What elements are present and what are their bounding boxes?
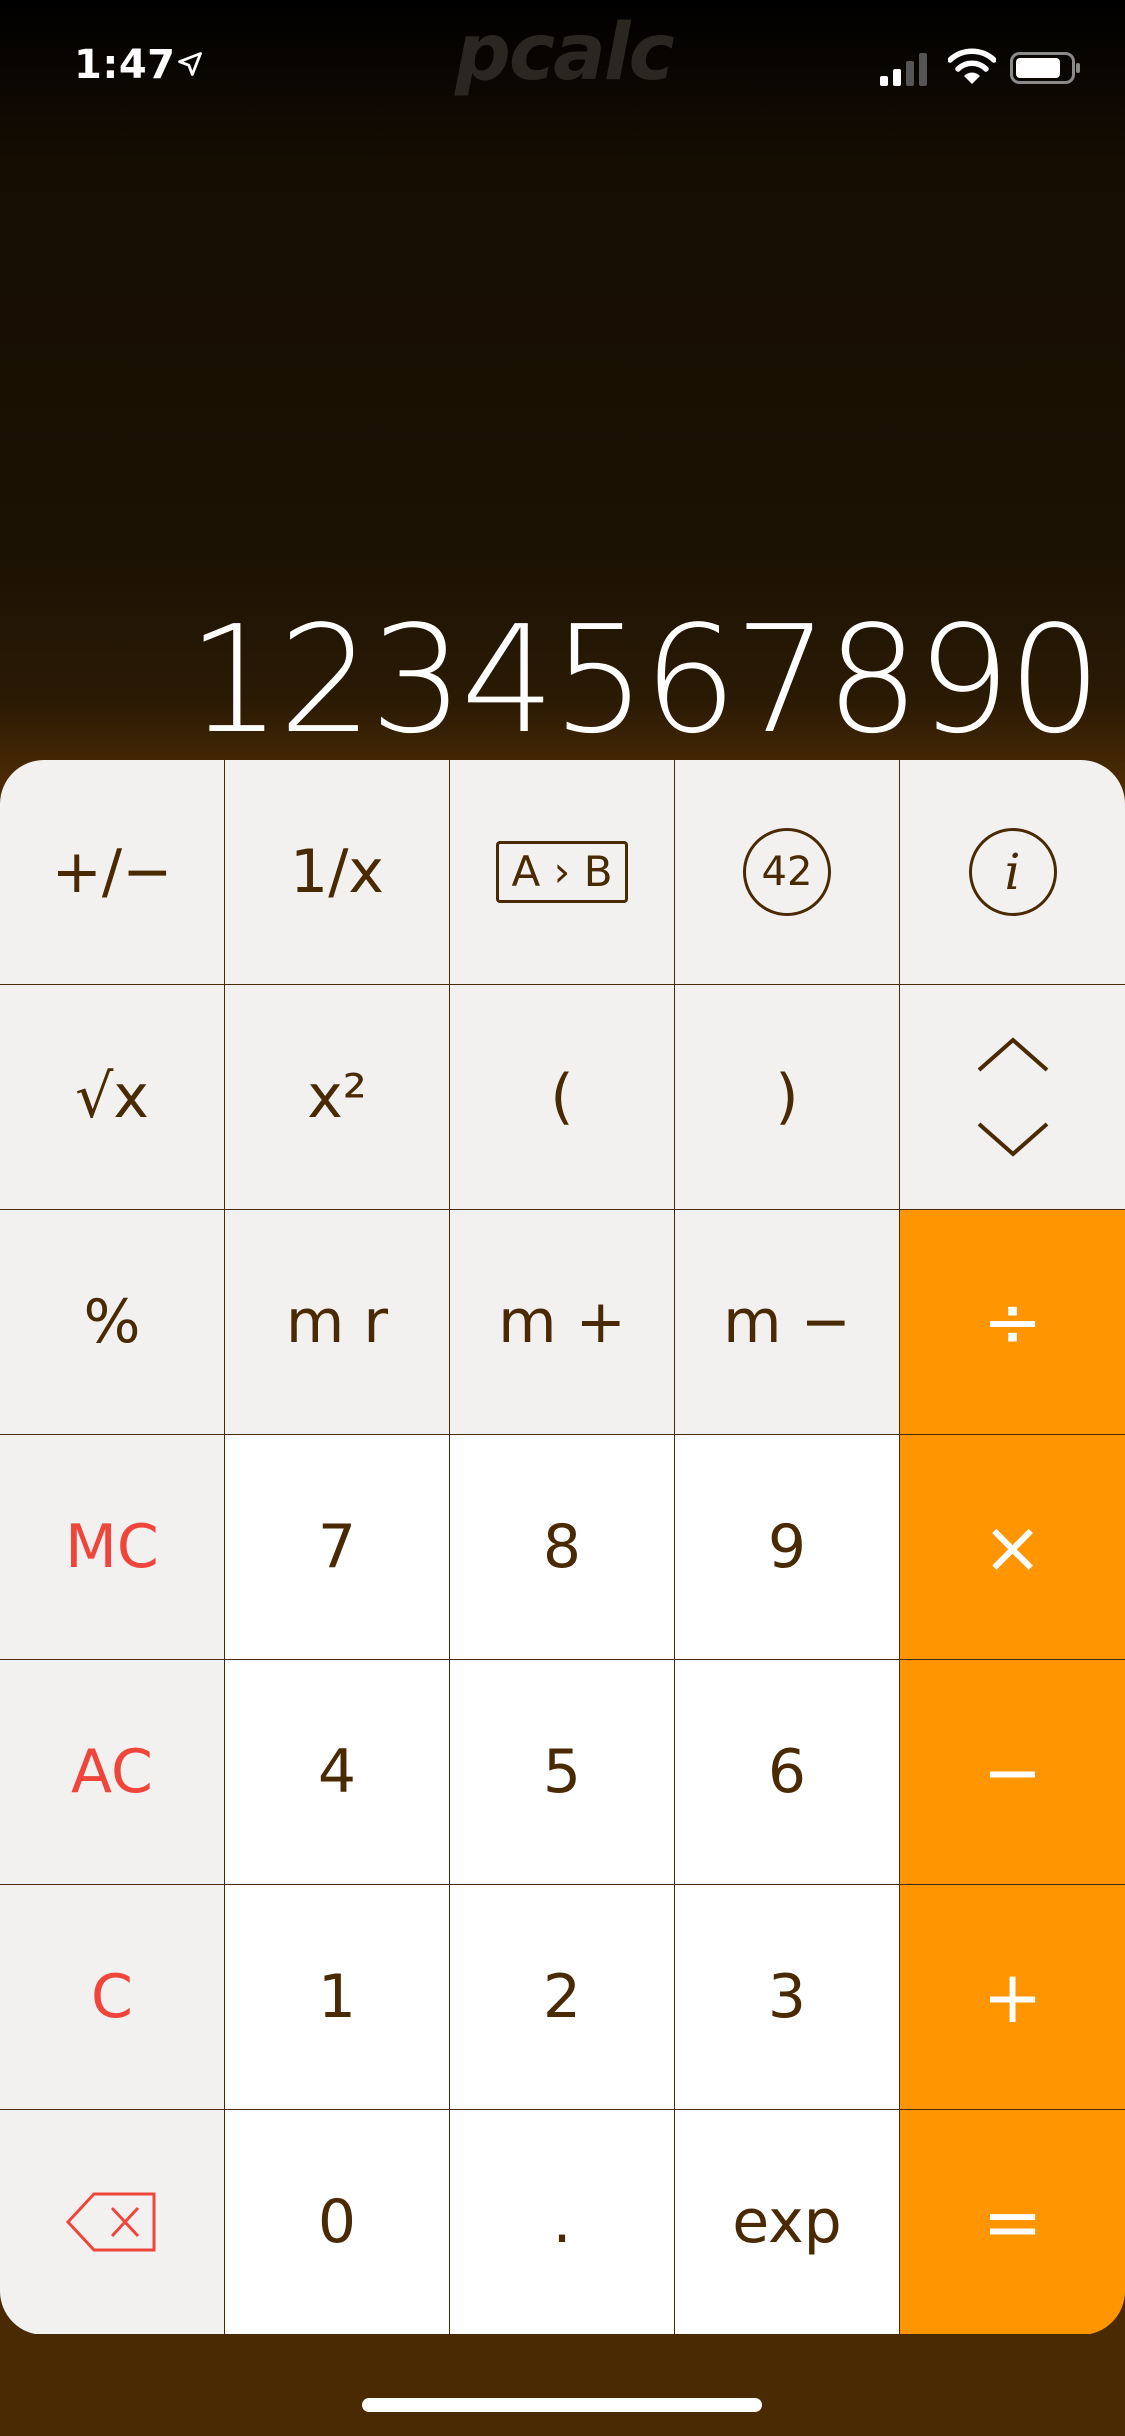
square-button[interactable]: x² xyxy=(225,985,449,1209)
exponent-button[interactable]: exp xyxy=(675,2110,899,2334)
status-bar: 1:47 pcalc xyxy=(0,0,1125,140)
digit-8-button[interactable]: 8 xyxy=(450,1435,674,1659)
memory-minus-button[interactable]: m − xyxy=(675,1210,899,1434)
digit-3-button[interactable]: 3 xyxy=(675,1885,899,2109)
digit-1-button[interactable]: 1 xyxy=(225,1885,449,2109)
backspace-button[interactable] xyxy=(0,2110,224,2334)
app-watermark: pcalc xyxy=(455,8,675,98)
plus-minus-button[interactable]: +/− xyxy=(0,760,224,984)
equals-button[interactable]: = xyxy=(900,2110,1125,2334)
square-root-button[interactable]: √x xyxy=(0,985,224,1209)
all-clear-button[interactable]: AC xyxy=(0,1660,224,1884)
digit-2-button[interactable]: 2 xyxy=(450,1885,674,2109)
digit-9-button[interactable]: 9 xyxy=(675,1435,899,1659)
convert-label: A › B xyxy=(496,841,628,903)
location-arrow-icon xyxy=(178,52,202,76)
info-button[interactable]: i xyxy=(900,760,1125,984)
convert-button[interactable]: A › B xyxy=(450,760,674,984)
home-indicator[interactable] xyxy=(362,2398,762,2412)
wifi-icon xyxy=(948,48,996,84)
cellular-signal-icon xyxy=(880,53,927,86)
keypad: +/− 1/x A › B 42 i √x x² ( ) % m r m + m… xyxy=(0,760,1125,2335)
clear-button[interactable]: C xyxy=(0,1885,224,2109)
percent-button[interactable]: % xyxy=(0,1210,224,1434)
subtract-button[interactable]: − xyxy=(900,1660,1125,1884)
result-display: 1234567890 xyxy=(187,594,1102,766)
status-time: 1:47 xyxy=(74,42,176,88)
info-icon: i xyxy=(968,828,1057,916)
constants-label: 42 xyxy=(743,828,831,916)
open-paren-button[interactable]: ( xyxy=(450,985,674,1209)
digit-0-button[interactable]: 0 xyxy=(225,2110,449,2334)
digit-7-button[interactable]: 7 xyxy=(225,1435,449,1659)
memory-plus-button[interactable]: m + xyxy=(450,1210,674,1434)
memory-recall-button[interactable]: m r xyxy=(225,1210,449,1434)
scroll-arrows-button[interactable] xyxy=(900,985,1125,1209)
divide-button[interactable]: ÷ xyxy=(900,1210,1125,1434)
digit-6-button[interactable]: 6 xyxy=(675,1660,899,1884)
battery-icon xyxy=(1010,52,1080,84)
backspace-icon xyxy=(65,2192,156,2252)
digit-5-button[interactable]: 5 xyxy=(450,1660,674,1884)
digit-4-button[interactable]: 4 xyxy=(225,1660,449,1884)
close-paren-button[interactable]: ) xyxy=(675,985,899,1209)
add-button[interactable]: + xyxy=(900,1885,1125,2109)
decimal-point-button[interactable]: . xyxy=(450,2110,674,2334)
reciprocal-button[interactable]: 1/x xyxy=(225,760,449,984)
up-down-arrows-icon xyxy=(977,1037,1048,1157)
memory-clear-button[interactable]: MC xyxy=(0,1435,224,1659)
constants-button[interactable]: 42 xyxy=(675,760,899,984)
multiply-button[interactable]: × xyxy=(900,1435,1125,1659)
